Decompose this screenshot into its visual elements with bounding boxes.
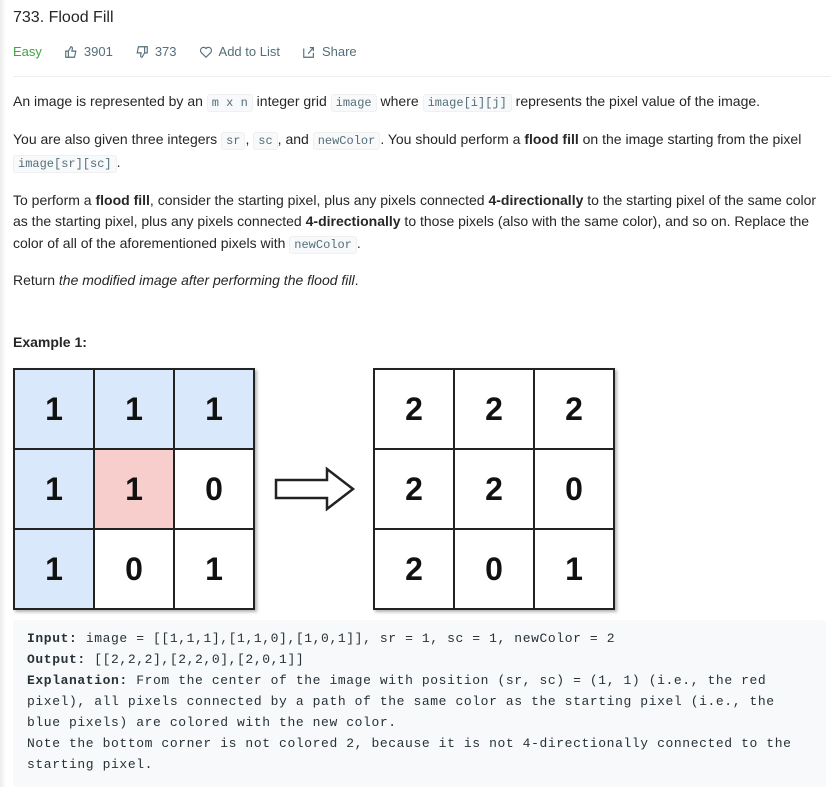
heart-icon (199, 46, 212, 58)
output-grid-image: 222220201 (373, 368, 615, 610)
explanation-text: From the center of the image with positi… (27, 673, 784, 730)
code: image (330, 94, 377, 112)
input-label: Input: (27, 631, 78, 646)
divider (13, 76, 830, 77)
text: , and (277, 130, 313, 147)
grid-cell: 0 (174, 449, 254, 529)
grid-cell: 1 (94, 449, 174, 529)
code: m x n (206, 94, 253, 112)
text: integer grid (252, 93, 331, 109)
difficulty-badge: Easy (13, 44, 42, 59)
share-icon (303, 46, 314, 58)
text: . (356, 234, 361, 251)
text: An image is represented by an (13, 93, 207, 109)
problem-title: 733. Flood Fill (13, 9, 114, 26)
example-code-block: Input: image = [[1,1,1],[1,1,0],[1,0,1]]… (13, 620, 826, 787)
text: Return (13, 272, 59, 288)
text: . (116, 154, 121, 170)
input-grid-image: 111110101 (13, 368, 255, 610)
grid-cell: 0 (94, 529, 174, 609)
dislike-button[interactable]: 373 (135, 44, 177, 59)
paragraph-1: An image is represented by an m x n inte… (13, 91, 818, 115)
thumbs-down-icon (136, 45, 148, 58)
grid-cell: 1 (14, 369, 94, 449)
grid-cell: 1 (14, 449, 94, 529)
add-to-list-button[interactable]: Add to List (199, 44, 280, 59)
text: , consider the starting pixel, plus any … (149, 191, 489, 208)
dislike-count: 373 (154, 44, 177, 59)
grid-cell: 2 (374, 369, 454, 449)
add-to-list-label: Add to List (218, 44, 280, 59)
code: newColor (312, 131, 381, 150)
bold: 4-directionally (305, 213, 401, 229)
bold: flood fill (524, 130, 579, 147)
explanation-label: Explanation: (27, 673, 128, 688)
paragraph-3: To perform a flood fill, consider the st… (13, 190, 818, 257)
grid-cell: 2 (534, 369, 614, 449)
grid-cell: 1 (94, 369, 174, 449)
input-value: image = [[1,1,1],[1,1,0],[1,0,1]], sr = … (77, 631, 616, 646)
grid-cell: 2 (454, 449, 534, 529)
right-arrow-icon (274, 466, 356, 512)
grid-cell: 1 (174, 369, 254, 449)
bold: flood fill (95, 191, 150, 208)
grid-cell: 0 (534, 449, 614, 529)
bold: 4-directionally (488, 191, 584, 208)
text: You are also given three integers (13, 130, 222, 147)
code: image[sr][sc] (13, 155, 117, 173)
problem-description: An image is represented by an m x n inte… (13, 91, 818, 306)
grid-cell: 0 (454, 529, 534, 609)
text: represents the pixel value of the image. (511, 93, 761, 109)
grid-cell: 1 (534, 529, 614, 609)
text: on the image starting from the pixel (578, 130, 802, 147)
grid-cell: 2 (454, 369, 534, 449)
grid-cell: 2 (374, 529, 454, 609)
text: . (354, 272, 359, 288)
paragraph-2: You are also given three integers sr, sc… (13, 129, 818, 176)
share-button[interactable]: Share (302, 44, 357, 59)
like-count: 3901 (83, 44, 113, 59)
like-button[interactable]: 3901 (64, 44, 113, 59)
note-text: Note the bottom corner is not colored 2,… (27, 736, 800, 772)
problem-meta: Easy 3901 373 Add to List Share (13, 44, 379, 59)
grid-cell: 2 (374, 449, 454, 529)
thumbs-up-icon (65, 45, 77, 58)
output-value: [[2,2,2],[2,2,0],[2,0,1]] (85, 652, 305, 667)
text: . You should perform a (380, 130, 525, 147)
text: To perform a (13, 191, 96, 208)
share-label: Share (321, 44, 357, 59)
text: where (376, 93, 423, 109)
code: sc (253, 131, 278, 150)
paragraph-4: Return the modified image after performi… (13, 270, 818, 292)
example-heading: Example 1: (13, 334, 87, 350)
left-edge-shadow (0, 0, 6, 787)
code: newColor (289, 235, 357, 254)
grid-cell: 1 (14, 529, 94, 609)
grid-cell: 1 (174, 529, 254, 609)
code: image[i][j] (422, 94, 512, 112)
code: sr (221, 131, 246, 150)
italic: the modified image after performing the … (58, 272, 355, 288)
output-label: Output: (27, 652, 86, 667)
